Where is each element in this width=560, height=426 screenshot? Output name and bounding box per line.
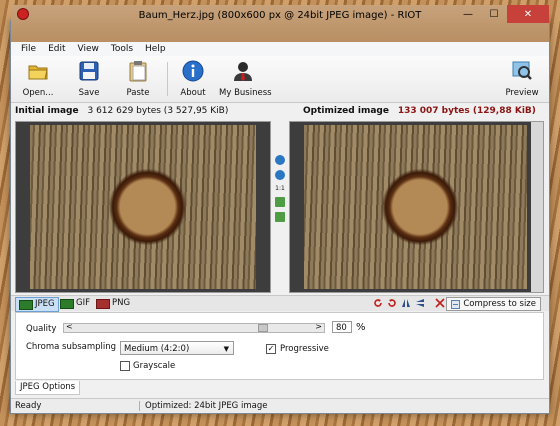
chroma-subsampling-label: Chroma subsampling	[26, 342, 117, 352]
menu-tools[interactable]: Tools	[105, 42, 139, 56]
menu-bar: File Edit View Tools Help	[11, 42, 549, 56]
preview-label: Preview	[505, 88, 539, 98]
close-button[interactable]: ✕	[507, 5, 549, 23]
tab-png[interactable]: PNG	[93, 297, 133, 310]
menu-file[interactable]: File	[15, 42, 42, 56]
tab-gif-label: GIF	[76, 298, 90, 308]
menu-view[interactable]: View	[72, 42, 105, 56]
optimized-image-size: 133 007 bytes (129,88 KiB)	[397, 106, 536, 116]
status-ready: Ready	[15, 401, 42, 411]
paste-label: Paste	[126, 88, 150, 98]
paste-button[interactable]: Paste	[115, 60, 161, 98]
best-fit-icon[interactable]	[275, 212, 285, 222]
my-business-button[interactable]: My Business	[219, 60, 272, 98]
save-label: Save	[78, 88, 100, 98]
initial-image-panel[interactable]	[15, 121, 271, 293]
tab-jpeg-options[interactable]: JPEG Options	[15, 381, 81, 395]
optimized-image-label: Optimized image	[303, 106, 389, 116]
zoom-controls: 1:1	[274, 155, 286, 222]
optimized-panel-scrollbar[interactable]	[531, 122, 543, 292]
optimized-image-panel[interactable]	[289, 121, 544, 293]
floppy-disk-icon	[79, 61, 99, 81]
quality-slider[interactable]: < >	[63, 322, 325, 333]
riot-window: Baum_Herz.jpg (800x600 px @ 24bit JPEG i…	[10, 5, 550, 414]
initial-image-header: Initial image 3 612 629 bytes (3 527,95 …	[15, 103, 228, 119]
maximize-button[interactable]: ☐	[481, 5, 507, 23]
status-divider	[139, 401, 140, 411]
folder-icon	[28, 65, 48, 80]
progressive-checkbox[interactable]: ✓	[266, 344, 276, 354]
rotate-right-icon[interactable]	[387, 298, 397, 308]
quality-percent-sign: %	[356, 322, 366, 333]
open-button[interactable]: Open...	[15, 60, 61, 98]
zoom-out-icon[interactable]	[275, 170, 285, 180]
quality-slider-thumb[interactable]	[258, 324, 268, 332]
magnifier-icon	[512, 61, 532, 80]
flip-horizontal-icon[interactable]	[401, 298, 411, 308]
zoom-in-icon[interactable]	[275, 155, 285, 165]
format-bar: JPEG GIF PNG Compress to size	[11, 295, 549, 312]
optimized-image-header: Optimized image 133 007 bytes (129,88 Ki…	[303, 103, 536, 119]
jpeg-format-icon	[19, 299, 33, 310]
slider-right-arrow-icon[interactable]: >	[315, 322, 322, 331]
info-icon	[182, 60, 204, 82]
toolbar-separator	[167, 62, 168, 96]
chroma-subsampling-select[interactable]: Medium (4:2:0) ▼	[120, 341, 234, 355]
png-format-icon	[96, 298, 110, 309]
slider-left-arrow-icon[interactable]: <	[66, 322, 73, 331]
adjustments-icon[interactable]	[435, 298, 445, 308]
about-label: About	[180, 88, 206, 98]
chroma-subsampling-value: Medium (4:2:0)	[124, 344, 190, 354]
menu-edit[interactable]: Edit	[42, 42, 71, 56]
zoom-actual-size-button[interactable]: 1:1	[275, 185, 285, 192]
save-button[interactable]: Save	[66, 60, 112, 98]
toolbar: Open... Save Paste About My Business Pre…	[11, 56, 549, 103]
open-label: Open...	[22, 88, 54, 98]
fit-to-window-icon[interactable]	[275, 197, 285, 207]
minimize-button[interactable]: —	[455, 5, 481, 23]
options-tab-strip: JPEG Options	[11, 381, 549, 395]
jpeg-options-panel: Quality < > 80 % Chroma subsampling Medi…	[15, 312, 544, 380]
window-controls: — ☐ ✕	[455, 5, 549, 23]
optimized-image-preview	[304, 125, 527, 289]
initial-image-size: 3 612 629 bytes (3 527,95 KiB)	[87, 106, 229, 116]
compress-to-size-button[interactable]: Compress to size	[446, 297, 541, 311]
grayscale-checkbox[interactable]	[120, 361, 130, 371]
business-person-icon	[234, 62, 252, 81]
about-button[interactable]: About	[170, 60, 216, 98]
initial-image-label: Initial image	[15, 106, 79, 116]
clipboard-icon	[129, 61, 147, 82]
tab-png-label: PNG	[112, 298, 131, 308]
menu-help[interactable]: Help	[139, 42, 172, 56]
tab-jpeg[interactable]: JPEG	[15, 297, 59, 312]
my-business-label: My Business	[219, 88, 272, 98]
status-bar: Ready Optimized: 24bit JPEG image	[11, 398, 549, 413]
compress-icon	[451, 299, 461, 309]
flip-vertical-icon[interactable]	[415, 298, 425, 308]
compress-to-size-label: Compress to size	[463, 299, 536, 309]
grayscale-label: Grayscale	[133, 361, 176, 371]
quality-label: Quality	[26, 324, 57, 334]
tab-jpeg-label: JPEG	[35, 299, 55, 309]
initial-image-preview	[30, 125, 256, 289]
progressive-label: Progressive	[280, 344, 329, 354]
gif-format-icon	[60, 298, 74, 309]
quality-value-input[interactable]: 80	[332, 321, 352, 333]
rotate-left-icon[interactable]	[373, 298, 383, 308]
chevron-down-icon: ▼	[223, 345, 229, 353]
status-optimized-info: Optimized: 24bit JPEG image	[145, 401, 268, 411]
tab-gif[interactable]: GIF	[57, 297, 93, 310]
preview-button[interactable]: Preview	[499, 60, 545, 98]
